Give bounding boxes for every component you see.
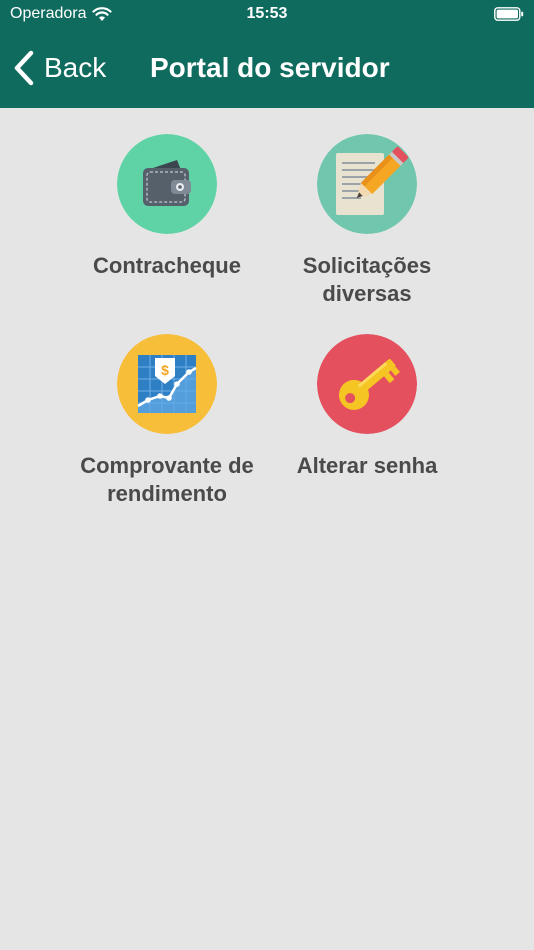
svg-text:$: $: [161, 362, 169, 378]
status-time: 15:53: [246, 5, 288, 22]
tile-solicitacoes[interactable]: Solicitações diversas: [267, 134, 467, 308]
tile-contracheque[interactable]: Contracheque: [67, 134, 267, 280]
page-title: Portal do servidor: [150, 52, 390, 83]
app-screen: Operadora 15:53 Back Portal do servidor: [0, 0, 534, 950]
tile-label: Contracheque: [93, 253, 241, 278]
tile-comprovante[interactable]: $ Comprovante de rendimento: [67, 334, 267, 508]
back-label: Back: [44, 52, 107, 83]
key-icon: [317, 334, 417, 434]
tile-label: Comprovante de rendimento: [80, 453, 254, 506]
income-chart-icon: $: [117, 334, 217, 434]
tile-label: Solicitações diversas: [302, 253, 432, 306]
status-bar: Operadora 15:53: [0, 0, 534, 30]
navigation-bar: Back Portal do servidor: [0, 30, 534, 108]
back-button[interactable]: Back: [12, 48, 106, 88]
tile-alterar-senha[interactable]: Alterar senha: [267, 334, 467, 480]
chevron-left-icon: [14, 50, 34, 86]
tile-label: Alterar senha: [296, 453, 438, 478]
wallet-icon: [117, 134, 217, 234]
battery-icon: [494, 7, 524, 21]
document-pencil-icon: [317, 134, 417, 234]
